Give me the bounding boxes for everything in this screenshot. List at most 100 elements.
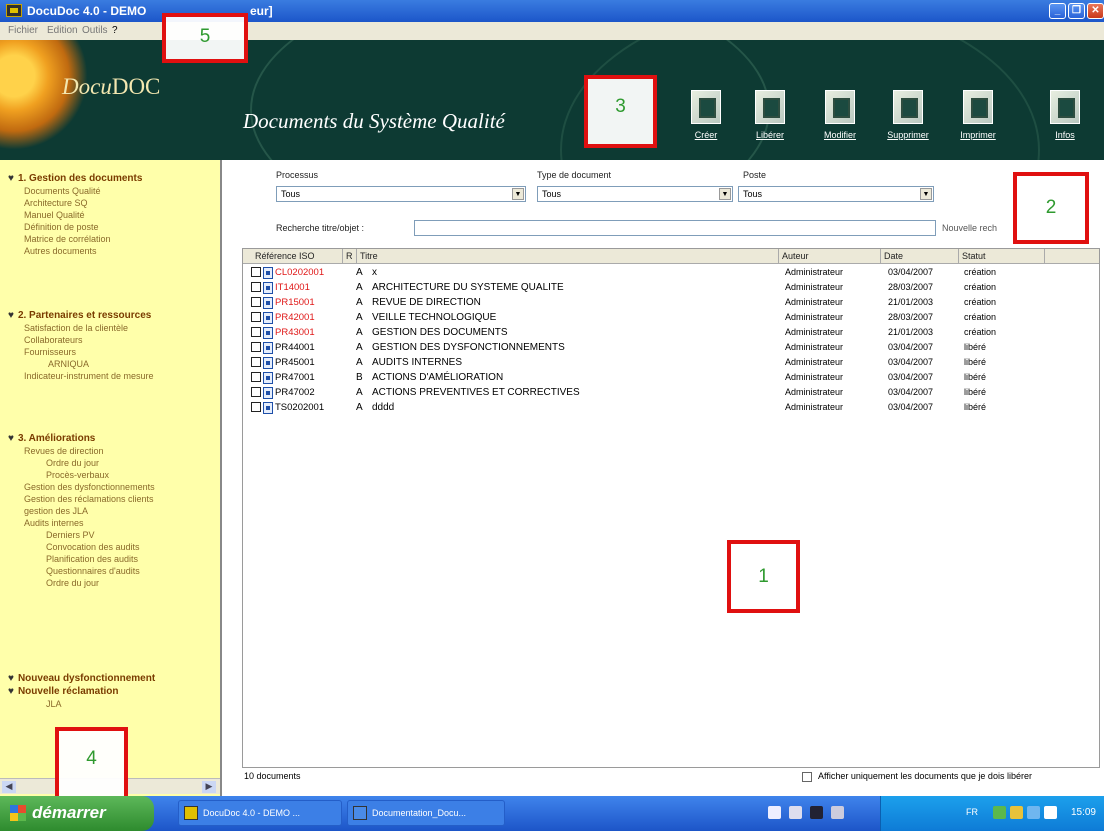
create-button[interactable]: Créer xyxy=(681,90,731,140)
tray-app-icon[interactable] xyxy=(1044,806,1057,819)
restore-button[interactable]: ❐ xyxy=(1068,3,1085,19)
sidebar-item-matrice-correlation[interactable]: Matrice de corrélation xyxy=(24,234,111,244)
chevron-down-icon[interactable]: ▼ xyxy=(512,188,524,200)
quicklaunch-icon[interactable] xyxy=(768,806,781,819)
table-row[interactable]: PR44001 A GESTION DES DYSFONCTIONNEMENTS Ad… xyxy=(243,341,1099,356)
cell-author: Administrateur xyxy=(785,357,844,367)
sidebar-item-gestion-reclamations[interactable]: Gestion des réclamations clients xyxy=(24,494,154,504)
menu-help[interactable]: ? xyxy=(112,25,118,36)
sidebar-item-revues-direction[interactable]: Revues de direction xyxy=(24,446,104,456)
sidebar-item-gestion-jla[interactable]: gestion des JLA xyxy=(24,506,88,516)
row-checkbox[interactable] xyxy=(251,297,261,307)
table-row[interactable]: PR47002 A ACTIONS PREVENTIVES ET CORRECTIV… xyxy=(243,386,1099,401)
new-search-link[interactable]: Nouvelle rech xyxy=(942,223,997,233)
column-status[interactable]: Statut xyxy=(959,249,1045,264)
table-row[interactable]: PR42001 A VEILLE TECHNOLOGIQUE Administrate… xyxy=(243,311,1099,326)
table-row[interactable]: PR47001 B ACTIONS D'AMÉLIORATION Administra… xyxy=(243,371,1099,386)
column-date[interactable]: Date xyxy=(881,249,959,264)
sidebar-item-jla[interactable]: JLA xyxy=(46,699,62,709)
tray-app-icon[interactable] xyxy=(1010,806,1023,819)
sidebar-item-ordre-du-jour[interactable]: Ordre du jour xyxy=(46,458,99,468)
release-button[interactable]: Libérer xyxy=(745,90,795,140)
sidebar-new-complaint[interactable]: ♥ Nouvelle réclamation xyxy=(8,686,119,697)
cell-author: Administrateur xyxy=(785,312,844,322)
row-checkbox[interactable] xyxy=(251,357,261,367)
sidebar-section-documents[interactable]: ♥ 1. Gestion des documents xyxy=(8,173,142,184)
cell-revision: A xyxy=(356,267,363,278)
scroll-right-icon[interactable]: ▶ xyxy=(202,781,216,793)
quicklaunch-icon[interactable] xyxy=(789,806,802,819)
table-row[interactable]: PR15001 A REVUE DE DIRECTION Administrateur… xyxy=(243,296,1099,311)
language-indicator[interactable]: FR xyxy=(966,807,978,817)
sidebar-item-derniers-pv[interactable]: Derniers PV xyxy=(46,530,95,540)
menu-edition[interactable]: Edition xyxy=(47,25,78,36)
info-button[interactable]: Infos xyxy=(1040,90,1090,140)
menu-fichier[interactable]: Fichier xyxy=(8,25,38,36)
search-input[interactable] xyxy=(414,220,936,236)
column-author[interactable]: Auteur xyxy=(779,249,881,264)
cell-date: 03/04/2007 xyxy=(888,387,934,397)
chevron-down-icon[interactable]: ▼ xyxy=(719,188,731,200)
edit-document-icon xyxy=(825,90,855,124)
processus-select[interactable]: Tous ▼ xyxy=(276,186,526,202)
sidebar-item-gestion-dysfonctionnements[interactable]: Gestion des dysfonctionnements xyxy=(24,482,155,492)
poste-select[interactable]: Tous ▼ xyxy=(738,186,934,202)
quicklaunch-icon[interactable] xyxy=(810,806,823,819)
menu-outils[interactable]: Outils xyxy=(82,25,108,36)
sidebar-section-partenaires[interactable]: ♥ 2. Partenaires et ressources xyxy=(8,310,151,321)
row-checkbox[interactable] xyxy=(251,402,261,412)
task-docudoc[interactable]: DocuDoc 4.0 - DEMO ... xyxy=(178,800,342,826)
table-row[interactable]: IT14001 A ARCHITECTURE DU SYSTEME QUALITE A… xyxy=(243,281,1099,296)
cell-date: 03/04/2007 xyxy=(888,402,934,412)
row-checkbox[interactable] xyxy=(251,267,261,277)
sidebar-item-manuel-qualite[interactable]: Manuel Qualité xyxy=(24,210,85,220)
task-documentation[interactable]: Documentation_Docu... xyxy=(347,800,505,826)
edit-button[interactable]: Modifier xyxy=(815,90,865,140)
column-reference[interactable]: Référence ISO xyxy=(243,249,343,264)
sidebar-item-convocation-audits[interactable]: Convocation des audits xyxy=(46,542,140,552)
table-row[interactable]: CL0202001 Ax Administrateur 03/04/2007 créat… xyxy=(243,266,1099,281)
type-label: Type de document xyxy=(537,170,612,180)
sidebar-item-definition-poste[interactable]: Définition de poste xyxy=(24,222,99,232)
table-row[interactable]: PR43001 A GESTION DES DOCUMENTS Administrat… xyxy=(243,326,1099,341)
release-filter-checkbox[interactable] xyxy=(802,772,812,782)
sidebar-item-collaborateurs[interactable]: Collaborateurs xyxy=(24,335,83,345)
sidebar-item-audits-internes[interactable]: Audits internes xyxy=(24,518,84,528)
sidebar-item-documents-qualite[interactable]: Documents Qualité xyxy=(24,186,101,196)
close-button[interactable]: ✕ xyxy=(1087,3,1104,19)
quicklaunch-icon[interactable] xyxy=(831,806,844,819)
start-button[interactable]: démarrer xyxy=(0,796,154,831)
sidebar-item-proces-verbaux[interactable]: Procès-verbaux xyxy=(46,470,109,480)
scroll-left-icon[interactable]: ◀ xyxy=(2,781,16,793)
column-title[interactable]: Titre xyxy=(357,249,779,264)
sidebar-item-indicateur[interactable]: Indicateur-instrument de mesure xyxy=(24,371,154,381)
sidebar-item-arniqua[interactable]: ARNIQUA xyxy=(48,359,89,369)
banner-title: Documents du Système Qualité xyxy=(243,109,505,133)
sidebar-item-questionnaires-audits[interactable]: Questionnaires d'audits xyxy=(46,566,140,576)
sidebar-item-autres-documents[interactable]: Autres documents xyxy=(24,246,97,256)
tray-app-icon[interactable] xyxy=(1027,806,1040,819)
row-checkbox[interactable] xyxy=(251,282,261,292)
sidebar-section-ameliorations[interactable]: ♥ 3. Améliorations xyxy=(8,433,95,444)
network-icon[interactable] xyxy=(993,806,1006,819)
table-row[interactable]: TS0202001 Adddd Administrateur 03/04/2007 li… xyxy=(243,401,1099,416)
type-select[interactable]: Tous ▼ xyxy=(537,186,733,202)
row-checkbox[interactable] xyxy=(251,387,261,397)
sidebar-item-planification-audits[interactable]: Planification des audits xyxy=(46,554,138,564)
delete-button[interactable]: Supprimer xyxy=(883,90,933,140)
row-checkbox[interactable] xyxy=(251,372,261,382)
table-row[interactable]: PR45001 A AUDITS INTERNES Administrateur 03/… xyxy=(243,356,1099,371)
print-button[interactable]: Imprimer xyxy=(953,90,1003,140)
row-checkbox[interactable] xyxy=(251,312,261,322)
row-checkbox[interactable] xyxy=(251,342,261,352)
minimize-button[interactable]: _ xyxy=(1049,3,1066,19)
sidebar-item-satisfaction[interactable]: Satisfaction de la clientèle xyxy=(24,323,128,333)
sidebar-item-fournisseurs[interactable]: Fournisseurs xyxy=(24,347,76,357)
chevron-down-icon[interactable]: ▼ xyxy=(920,188,932,200)
row-checkbox[interactable] xyxy=(251,327,261,337)
sidebar-item-architecture-sq[interactable]: Architecture SQ xyxy=(24,198,88,208)
sidebar-item-ordre-du-jour-audit[interactable]: Ordre du jour xyxy=(46,578,99,588)
cell-author: Administrateur xyxy=(785,327,844,337)
column-revision[interactable]: R xyxy=(343,249,357,264)
sidebar-new-dysfunction[interactable]: ♥ Nouveau dysfonctionnement xyxy=(8,673,155,684)
